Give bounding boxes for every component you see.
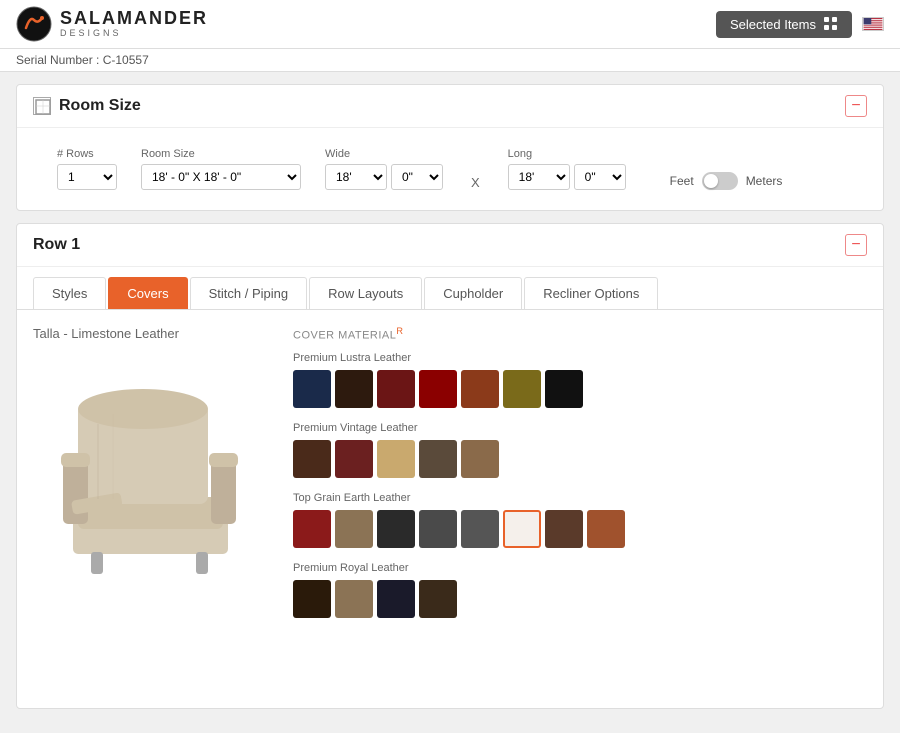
rows-select[interactable]: 1234 [57,164,117,190]
room-size-header: Room Size − [17,85,883,128]
chair-label: Talla - Limestone Leather [33,326,179,341]
main-content: Room Size − # Rows 1234 Room Size 18' - … [0,72,900,733]
swatch[interactable] [377,440,415,478]
content-area: Talla - Limestone Leather [17,310,883,708]
swatch[interactable] [335,370,373,408]
brand-name: SALAMANDER [60,9,208,29]
swatch[interactable] [419,440,457,478]
wide-ft-select[interactable]: 18' [325,164,387,190]
material-name-lustra: Premium Lustra Leather [293,352,867,364]
swatch[interactable] [293,440,331,478]
unit-toggle-group: Feet Meters [650,172,793,190]
tab-styles[interactable]: Styles [33,277,106,309]
swatch-selected[interactable] [503,510,541,548]
swatch[interactable] [545,510,583,548]
toggle-thumb [704,174,718,188]
room-size-icon [33,97,51,115]
serial-bar: Serial Number : C-10557 [0,49,900,72]
long-label: Long [508,148,626,160]
swatches-lustra [293,370,867,408]
grid-icon [824,17,838,31]
room-size-select[interactable]: 18' - 0" X 18' - 0" [141,164,301,190]
long-group: Long 18' 0" [508,148,626,190]
feet-label: Feet [670,174,694,188]
swatch[interactable] [377,510,415,548]
swatch[interactable] [503,370,541,408]
chair-svg [43,349,263,579]
swatch[interactable] [419,510,457,548]
rows-label: # Rows [57,148,117,160]
swatches-royal [293,580,867,618]
logo-text: SALAMANDER DESIGNS [60,9,208,39]
header: SALAMANDER DESIGNS Selected Items [0,0,900,49]
material-group-earth: Top Grain Earth Leather [293,492,867,548]
selected-items-label: Selected Items [730,17,816,32]
material-group-vintage: Premium Vintage Leather [293,422,867,478]
swatches-earth [293,510,867,548]
material-group-royal: Premium Royal Leather [293,562,867,618]
row1-header: Row 1 − [17,224,883,267]
row1-title: Row 1 [33,236,80,254]
room-size-collapse-button[interactable]: − [845,95,867,117]
brand-sub: DESIGNS [60,29,208,39]
wide-in-select[interactable]: 0" [391,164,443,190]
room-size-card: Room Size − # Rows 1234 Room Size 18' - … [16,84,884,211]
rows-group: # Rows 1234 [57,148,117,190]
material-name-royal: Premium Royal Leather [293,562,867,574]
room-size-label: Room Size [141,148,301,160]
room-size-group: Room Size 18' - 0" X 18' - 0" [141,148,301,190]
swatches-scroll-area[interactable]: Premium Lustra Leather [293,352,867,692]
swatch[interactable] [461,510,499,548]
serial-value: C-10557 [103,53,149,67]
swatch[interactable] [377,580,415,618]
selected-items-button[interactable]: Selected Items [716,11,852,38]
swatch[interactable] [335,440,373,478]
unit-toggle[interactable] [702,172,738,190]
salamander-logo-icon [16,6,52,42]
swatch[interactable] [419,370,457,408]
serial-label: Serial Number : [16,53,99,67]
tab-cupholder[interactable]: Cupholder [424,277,522,309]
swatches-vintage [293,440,867,478]
swatch[interactable] [335,510,373,548]
cover-material-title: COVER MATERIALR [293,326,867,342]
tab-stitch-piping[interactable]: Stitch / Piping [190,277,308,309]
swatch[interactable] [587,510,625,548]
tab-row-layouts[interactable]: Row Layouts [309,277,422,309]
swatch[interactable] [377,370,415,408]
swatch[interactable] [293,510,331,548]
material-name-vintage: Premium Vintage Leather [293,422,867,434]
swatch[interactable] [461,370,499,408]
row1-card: Row 1 − Styles Covers Stitch / Piping Ro… [16,223,884,709]
wide-group: Wide 18' 0" [325,148,443,190]
room-size-title: Room Size [33,97,141,115]
header-right: Selected Items [716,11,884,38]
swatch[interactable] [419,580,457,618]
tabs-row: Styles Covers Stitch / Piping Row Layout… [17,267,883,310]
swatch[interactable] [293,580,331,618]
row1-collapse-button[interactable]: − [845,234,867,256]
material-group-lustra: Premium Lustra Leather [293,352,867,408]
swatch[interactable] [545,370,583,408]
tab-covers[interactable]: Covers [108,277,187,309]
meters-label: Meters [746,174,783,188]
material-name-earth: Top Grain Earth Leather [293,492,867,504]
room-size-form: # Rows 1234 Room Size 18' - 0" X 18' - 0… [17,128,883,210]
long-in-select[interactable]: 0" [574,164,626,190]
long-ft-select[interactable]: 18' [508,164,570,190]
swatch[interactable] [461,440,499,478]
flag-icon [862,17,884,31]
tab-recliner-options[interactable]: Recliner Options [524,277,658,309]
wide-label: Wide [325,148,443,160]
logo-area: SALAMANDER DESIGNS [16,6,208,42]
swatch[interactable] [335,580,373,618]
swatch[interactable] [293,370,331,408]
x-separator: X [467,175,484,190]
